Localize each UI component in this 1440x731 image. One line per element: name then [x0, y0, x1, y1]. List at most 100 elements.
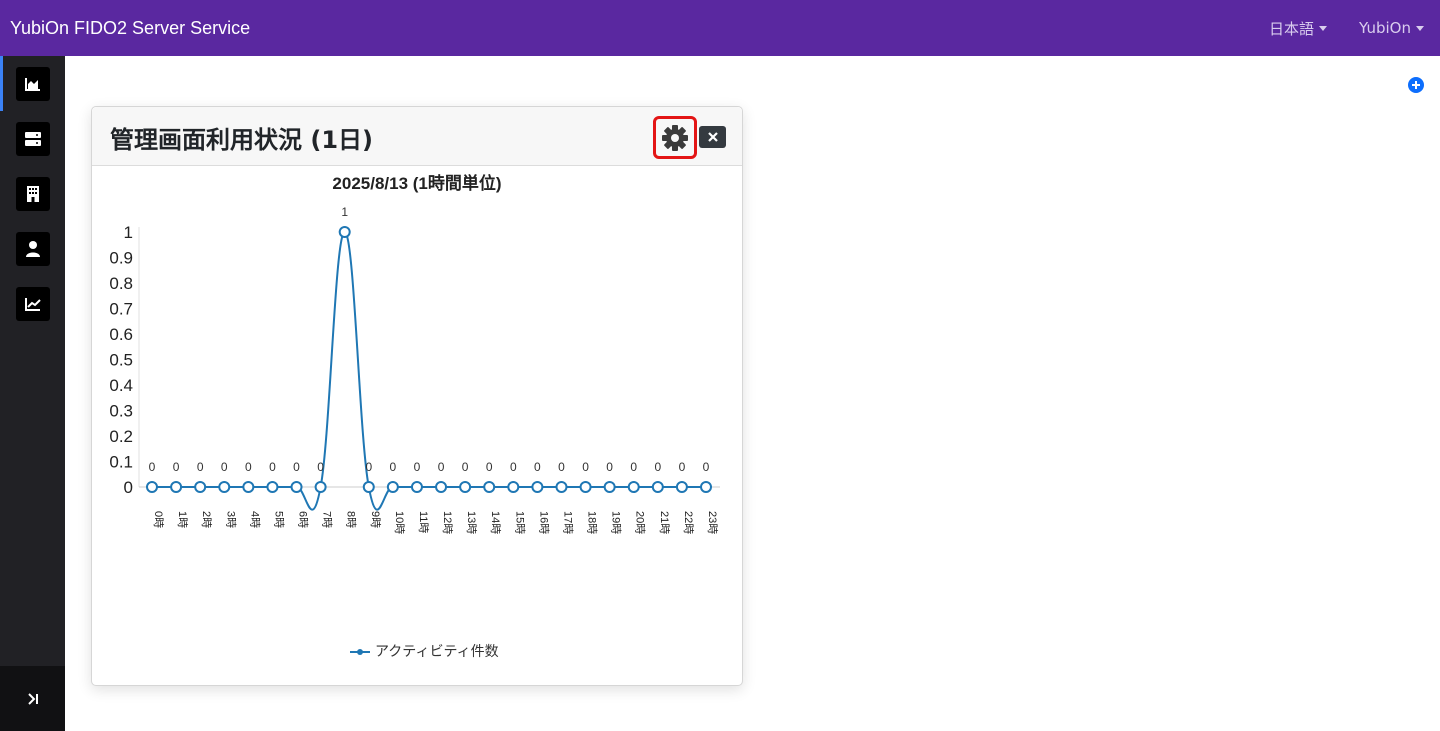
series-line — [151, 230, 706, 511]
chevron-down-icon — [1416, 25, 1424, 31]
y-tick-label: 0.1 — [109, 453, 133, 472]
data-point[interactable] — [338, 226, 351, 238]
user-menu-label: YubiOn — [1359, 19, 1411, 37]
data-point[interactable] — [266, 481, 279, 493]
x-tick-label: 18時 — [586, 511, 599, 534]
data-label: 0 — [703, 460, 710, 474]
widget-settings-button[interactable] — [653, 116, 697, 159]
data-point[interactable] — [459, 481, 472, 493]
data-label: 0 — [534, 460, 541, 474]
x-tick-label: 1時 — [176, 511, 189, 528]
widget-header: 管理画面利用状況 (1日) — [92, 107, 742, 166]
user-icon — [15, 231, 50, 266]
sidebar-collapse-button[interactable] — [0, 666, 65, 731]
x-tick-label: 21時 — [658, 511, 671, 534]
x-tick-label: 16時 — [537, 511, 550, 534]
x-tick-label: 2時 — [200, 511, 213, 528]
language-menu[interactable]: 日本語 — [1269, 18, 1328, 39]
gear-icon — [662, 124, 688, 151]
x-tick-label: 19時 — [610, 511, 623, 534]
y-tick-label: 0.7 — [109, 300, 133, 319]
x-tick-label: 11時 — [417, 511, 430, 533]
data-point[interactable] — [218, 481, 231, 493]
plus-icon — [1412, 81, 1420, 89]
x-tick-label: 22時 — [682, 511, 695, 534]
y-tick-label: 0.6 — [109, 325, 133, 344]
chart-legend[interactable]: アクティビティ件数 — [350, 643, 499, 659]
data-point[interactable] — [290, 481, 303, 493]
data-point[interactable] — [675, 481, 688, 493]
data-label: 0 — [486, 460, 493, 474]
data-point[interactable] — [410, 481, 423, 493]
x-tick-label: 9時 — [369, 511, 382, 528]
data-point[interactable] — [362, 481, 375, 493]
data-point[interactable] — [194, 481, 207, 493]
data-point[interactable] — [700, 481, 712, 493]
data-label: 0 — [654, 460, 661, 474]
data-label: 0 — [510, 460, 517, 474]
data-point[interactable] — [603, 481, 616, 493]
x-tick-label: 3時 — [224, 511, 237, 528]
building-icon — [15, 176, 50, 211]
data-label: 0 — [630, 460, 637, 474]
activity-line-chart: 2025/8/13 (1時間単位) 0 0.1 0.2 0.3 0.4 0.5 0.6 0.7… — [109, 173, 720, 659]
data-point[interactable] — [386, 481, 399, 493]
data-point[interactable] — [627, 481, 640, 493]
data-label: 0 — [679, 460, 686, 474]
language-menu-label: 日本語 — [1269, 19, 1315, 38]
data-point[interactable] — [242, 481, 255, 493]
widget-close-button[interactable] — [699, 126, 726, 148]
y-tick-label: 0.9 — [109, 249, 133, 268]
x-tick-label: 4時 — [248, 511, 261, 528]
y-tick-label: 0.5 — [109, 351, 133, 370]
y-tick-label: 0.4 — [109, 376, 133, 395]
data-point[interactable] — [435, 481, 448, 493]
data-label: 0 — [390, 460, 397, 474]
data-label: 1 — [341, 205, 348, 219]
add-widget-button[interactable] — [1408, 77, 1424, 93]
widget-title: 管理画面利用状況 (1日) — [110, 126, 373, 154]
x-tick-label: 17時 — [561, 511, 574, 534]
data-point[interactable] — [170, 481, 183, 493]
data-label: 0 — [414, 460, 421, 474]
data-point[interactable] — [483, 481, 496, 493]
chevron-down-icon — [1319, 25, 1328, 31]
user-menu[interactable]: YubiOn — [1359, 19, 1424, 37]
legend-marker-icon — [357, 649, 363, 655]
close-icon — [707, 132, 718, 142]
y-tick-label: 0 — [124, 478, 133, 497]
data-point[interactable] — [555, 481, 568, 493]
data-point[interactable] — [146, 481, 158, 493]
x-tick-label: 0時 — [152, 511, 165, 528]
data-point[interactable] — [507, 481, 520, 493]
top-navbar: YubiOn FIDO2 Server Service 日本語 YubiOn — [0, 0, 1440, 56]
sidebar-item-users[interactable] — [0, 221, 65, 276]
y-tick-label: 1 — [124, 223, 133, 242]
data-label: 0 — [173, 460, 180, 474]
data-point[interactable] — [531, 481, 544, 493]
sidebar — [0, 56, 65, 731]
data-label: 0 — [462, 460, 469, 474]
app-title[interactable]: YubiOn FIDO2 Server Service — [10, 18, 250, 39]
data-point[interactable] — [651, 481, 664, 493]
data-point[interactable] — [579, 481, 592, 493]
sidebar-item-servers[interactable] — [0, 111, 65, 166]
data-label: 0 — [245, 460, 252, 474]
sidebar-item-statistics[interactable] — [0, 276, 65, 331]
x-tick-label: 5時 — [272, 511, 285, 528]
data-label: 0 — [606, 460, 613, 474]
x-tick-label: 23時 — [706, 511, 719, 534]
data-label: 0 — [582, 460, 589, 474]
data-label: 0 — [558, 460, 565, 474]
data-label: 0 — [197, 460, 204, 474]
data-label: 0 — [293, 460, 300, 474]
x-tick-label: 12時 — [441, 511, 454, 534]
sidebar-item-organizations[interactable] — [0, 166, 65, 221]
y-tick-label: 0.3 — [109, 402, 133, 421]
collapse-sidebar-icon — [27, 692, 38, 705]
line-chart-icon — [15, 286, 50, 321]
x-tick-label: 6時 — [297, 511, 310, 528]
x-tick-label: 20時 — [634, 511, 647, 534]
data-point[interactable] — [314, 481, 327, 493]
sidebar-item-dashboard[interactable] — [0, 56, 65, 111]
